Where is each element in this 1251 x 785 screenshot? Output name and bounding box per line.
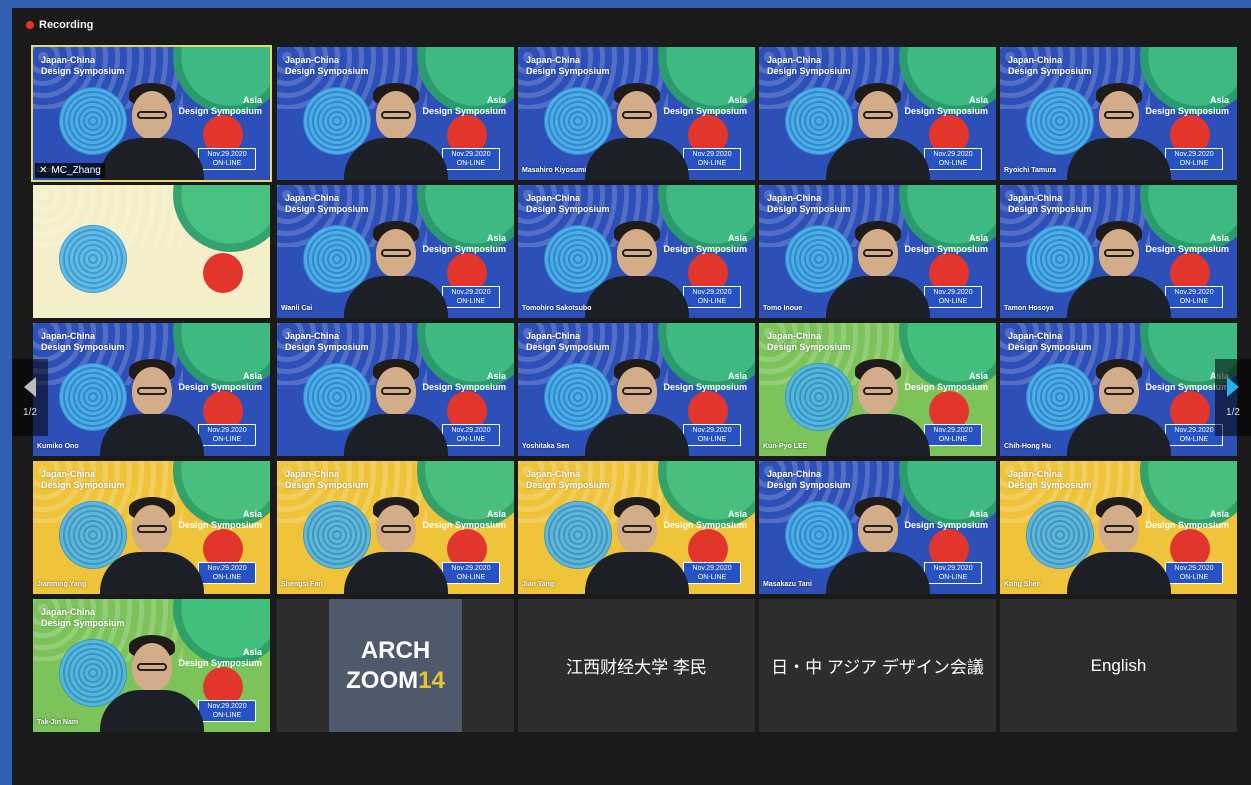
participant-video (1059, 75, 1179, 180)
participant-video (818, 213, 938, 318)
participant-caption: Shengsi Fan (281, 581, 323, 588)
participant-name: English (1090, 655, 1147, 675)
participant-tile[interactable]: Japan-ChinaDesign Symposium AsiaDesign S… (33, 599, 270, 732)
poster-title: Japan-China Design Symposium (526, 55, 610, 76)
poster-title: Japan-China Design Symposium (285, 55, 369, 76)
participant-video (577, 489, 697, 594)
next-arrow-icon (1227, 377, 1239, 397)
poster-title: Japan-China Design Symposium (1008, 469, 1092, 490)
participant-tile[interactable]: Japan-ChinaDesign Symposium AsiaDesign S… (1000, 47, 1237, 180)
participant-tile[interactable]: Japan-ChinaDesign Symposium AsiaDesign S… (277, 185, 514, 318)
participant-video (577, 75, 697, 180)
poster-title: Japan-China Design Symposium (285, 469, 369, 490)
red-circle (203, 253, 243, 293)
poster-title: Japan-China Design Symposium (41, 55, 125, 76)
poster-title: Japan-China Design Symposium (1008, 193, 1092, 214)
participant-tile[interactable]: Japan-ChinaDesign Symposium AsiaDesign S… (759, 185, 996, 318)
participant-video (818, 351, 938, 456)
participant-video (336, 489, 456, 594)
poster-title: Japan-China Design Symposium (41, 607, 125, 628)
participant-caption: Tomohiro Sakotsubo (522, 305, 592, 312)
participant-video (92, 75, 212, 180)
participant-video (577, 351, 697, 456)
participant-caption: Jianming Yang (37, 581, 87, 588)
participant-video (1059, 351, 1179, 456)
participant-name-tag: ✕ MC_Zhang (35, 163, 105, 178)
participant-caption: Yoshitaka Sen (522, 443, 570, 450)
participant-caption: Kong Shen (1004, 581, 1041, 588)
participant-caption: Masakazu Tani (763, 581, 812, 588)
participant-tile-arch-zoom[interactable]: ARCH ZOOM14 (277, 599, 514, 732)
participant-video (92, 627, 212, 732)
arch-zoom-logo: ARCH ZOOM14 (329, 599, 462, 732)
participant-tile[interactable]: Japan-ChinaDesign Symposium AsiaDesign S… (277, 323, 514, 456)
poster-title: Japan-China Design Symposium (1008, 331, 1092, 352)
poster-title: Japan-China Design Symposium (767, 55, 851, 76)
participant-tile[interactable]: Japan-ChinaDesign Symposium AsiaDesign S… (33, 461, 270, 594)
participant-tile[interactable]: Japan-ChinaDesign Symposium AsiaDesign S… (759, 47, 996, 180)
participant-tile[interactable]: Japan-ChinaDesign Symposium AsiaDesign S… (33, 323, 270, 456)
participant-video (818, 75, 938, 180)
recording-dot-icon (26, 21, 34, 29)
participant-video (336, 213, 456, 318)
participant-tile[interactable]: Japan-ChinaDesign Symposium AsiaDesign S… (1000, 461, 1237, 594)
next-page-indicator: 1/2 (1226, 407, 1240, 418)
participant-caption: Tak-Jin Nam (37, 719, 79, 726)
participant-caption: Tamon Hosoya (1004, 305, 1054, 312)
participant-tile[interactable]: Japan-ChinaDesign Symposium AsiaDesign S… (1000, 185, 1237, 318)
participant-video (1059, 489, 1179, 594)
participant-tile[interactable]: Japan-ChinaDesign Symposium AsiaDesign S… (277, 461, 514, 594)
participant-video (1059, 213, 1179, 318)
participant-tile[interactable]: Japan-ChinaDesign Symposium AsiaDesign S… (277, 47, 514, 180)
zoom-gallery-window: Recording Japan-China Design Symposium As… (12, 8, 1251, 785)
participant-tile[interactable]: Japan-ChinaDesign Symposium AsiaDesign S… (31, 45, 272, 182)
participant-tile-jiangxi[interactable]: 江西财经大学 李民 (518, 599, 755, 732)
participant-caption: Masahiro Kiyosumi (522, 167, 587, 174)
poster-title: Japan-China Design Symposium (41, 469, 125, 490)
participant-caption: Tomo Inoue (763, 305, 803, 312)
participant-tile[interactable]: Japan-ChinaDesign Symposium AsiaDesign S… (759, 323, 996, 456)
poster-title: Japan-China Design Symposium (41, 331, 125, 352)
next-page-button[interactable]: 1/2 (1215, 359, 1251, 436)
previous-page-button[interactable]: 1/2 (12, 359, 48, 436)
participant-tile[interactable]: Japan-ChinaDesign Symposium AsiaDesign S… (1000, 323, 1237, 456)
participant-video (336, 75, 456, 180)
participant-video (577, 213, 697, 318)
participant-video (818, 489, 938, 594)
poster-title: Japan-China Design Symposium (767, 193, 851, 214)
recording-indicator: Recording (26, 19, 93, 31)
participant-tile[interactable] (33, 185, 270, 318)
poster-title: Japan-China Design Symposium (285, 193, 369, 214)
poster-title: Japan-China Design Symposium (526, 193, 610, 214)
participant-caption: Chih-Hong Hu (1004, 443, 1052, 450)
participant-tile[interactable]: Japan-ChinaDesign Symposium AsiaDesign S… (518, 461, 755, 594)
recording-label: Recording (39, 19, 94, 31)
previous-arrow-icon (24, 377, 36, 397)
participant-video (336, 351, 456, 456)
participant-name: 江西财经大学 李民 (566, 658, 707, 677)
participant-tile[interactable]: Japan-ChinaDesign Symposium AsiaDesign S… (518, 185, 755, 318)
participant-name: 日・中 アジア デザイン会議 (771, 658, 984, 677)
participant-tile[interactable]: Japan-ChinaDesign Symposium AsiaDesign S… (518, 323, 755, 456)
poster-title: Japan-China Design Symposium (526, 469, 610, 490)
participant-caption: Wanli Cai (281, 305, 313, 312)
poster-title: Japan-China Design Symposium (526, 331, 610, 352)
poster-title: Japan-China Design Symposium (1008, 55, 1092, 76)
poster-title: Japan-China Design Symposium (767, 469, 851, 490)
participant-video (92, 351, 212, 456)
participant-tile[interactable]: Japan-ChinaDesign Symposium AsiaDesign S… (759, 461, 996, 594)
participant-tile-english[interactable]: English (1000, 599, 1237, 732)
participant-caption: Jian Tang (522, 581, 555, 588)
participant-caption: Ryoichi Tamura (1004, 167, 1056, 174)
participant-video (92, 489, 212, 594)
previous-page-indicator: 1/2 (23, 407, 37, 418)
poster-title: Japan-China Design Symposium (767, 331, 851, 352)
participant-caption: Kun-Pyo LEE (763, 443, 808, 450)
microphone-off-icon: ✕ (39, 165, 48, 176)
participant-tile[interactable]: Japan-ChinaDesign Symposium AsiaDesign S… (518, 47, 755, 180)
participant-caption: Kumiko Ono (37, 443, 79, 450)
participant-tile-conference[interactable]: 日・中 アジア デザイン会議 (759, 599, 996, 732)
poster-title: Japan-China Design Symposium (285, 331, 369, 352)
blue-circle (59, 225, 127, 293)
